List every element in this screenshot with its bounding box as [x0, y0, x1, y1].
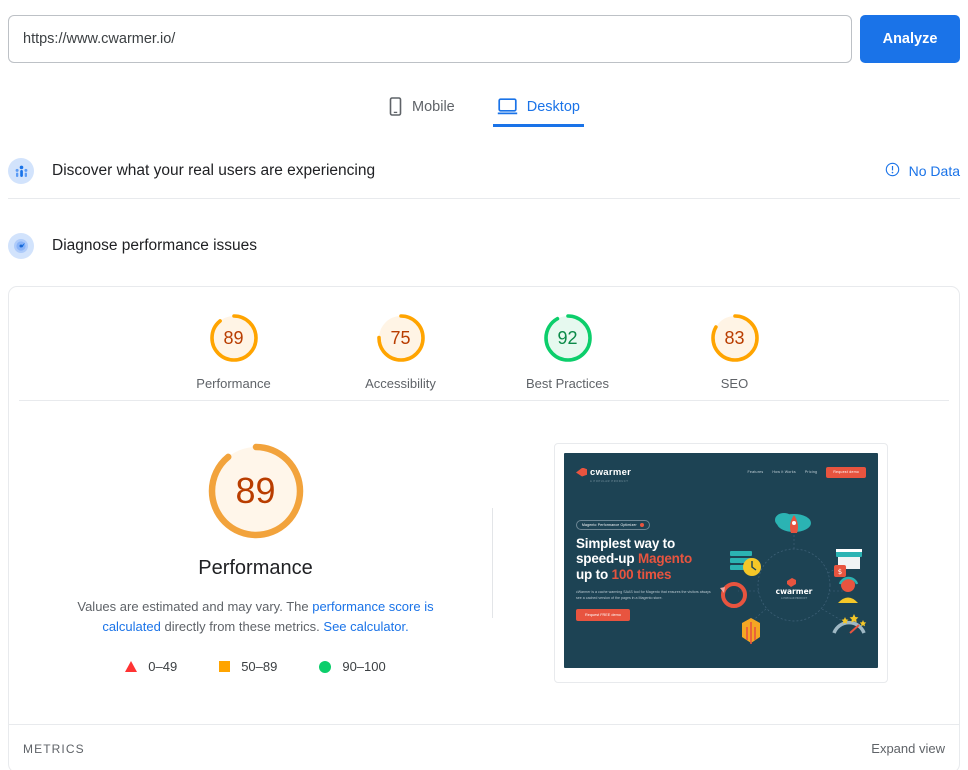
- performance-summary: 89 Performance Values are estimated and …: [9, 401, 959, 724]
- note-part-1: Values are estimated and may vary. The: [77, 599, 312, 614]
- tab-mobile-label: Mobile: [412, 99, 455, 115]
- search-bar: Analyze: [0, 0, 968, 63]
- square-icon: [219, 661, 230, 672]
- legend-item-poor: 0–49: [125, 659, 177, 674]
- tab-desktop-label: Desktop: [527, 99, 580, 115]
- legend-range: 90–100: [342, 659, 385, 674]
- svg-text:A POPULAR PRODUCT: A POPULAR PRODUCT: [781, 597, 808, 600]
- thumb-logo-subtext: A POPULAR PRODUCT: [590, 480, 631, 483]
- legend-item-good: 90–100: [319, 659, 385, 674]
- thumb-headline: Simplest way to speed-up Magento up to 1…: [576, 536, 728, 583]
- score-label: Performance: [179, 376, 289, 391]
- score-label: Accessibility: [346, 376, 456, 391]
- expand-view-button[interactable]: Expand view: [871, 741, 945, 756]
- mobile-icon: [388, 97, 403, 116]
- score-value: 92: [542, 312, 594, 364]
- desktop-icon: [497, 97, 518, 116]
- device-tabs: Mobile Desktop: [0, 85, 968, 127]
- thumb-pill-label: Magento Performance Optimizer: [582, 523, 637, 527]
- analyze-button[interactable]: Analyze: [860, 15, 960, 63]
- headline-line-3b: 100 times: [612, 567, 672, 582]
- diagnose-icon: [8, 233, 34, 259]
- lab-data-section: Diagnose performance issues: [0, 219, 968, 273]
- circle-icon: [319, 661, 331, 673]
- estimation-note: Values are estimated and may vary. The p…: [19, 597, 492, 637]
- thumb-logo-text: cwarmer: [590, 467, 631, 478]
- rocket-icon: [576, 468, 587, 477]
- legend-item-average: 50–89: [219, 659, 277, 674]
- performance-gauge-large: 89: [204, 439, 308, 543]
- thumb-paragraph: cWarmer is a cache warming SAAS tool for…: [576, 589, 716, 601]
- metrics-label: METRICS: [23, 742, 85, 756]
- field-data-section: Discover what your real users are experi…: [0, 144, 968, 198]
- thumb-logo: cwarmer A POPULAR PRODUCT: [576, 462, 739, 483]
- performance-score-value: 89: [204, 439, 308, 543]
- triangle-icon: [125, 661, 137, 672]
- url-input[interactable]: [8, 15, 852, 63]
- thumb-nav-features: Features: [748, 470, 764, 474]
- score-gauge-seo[interactable]: 83 SEO: [680, 312, 790, 391]
- headline-line-3a: up to: [576, 567, 612, 582]
- thumb-free-demo-button: Request FREE demo: [576, 609, 630, 621]
- legend-range: 0–49: [148, 659, 177, 674]
- check-icon: [640, 523, 644, 527]
- score-label: SEO: [680, 376, 790, 391]
- final-screenshot-pane: cwarmer A POPULAR PRODUCT Features How i…: [493, 443, 949, 683]
- svg-text:$: $: [838, 568, 842, 576]
- users-icon: [8, 158, 34, 184]
- performance-title: Performance: [19, 557, 492, 580]
- lab-data-title: Diagnose performance issues: [52, 237, 960, 255]
- thumb-nav-pricing: Pricing: [805, 470, 817, 474]
- info-icon: [885, 162, 900, 180]
- headline-line-1: Simplest way to: [576, 536, 675, 551]
- score-value: 83: [709, 312, 761, 364]
- performance-detail: 89 Performance Values are estimated and …: [19, 439, 492, 686]
- svg-text:cwarmer: cwarmer: [776, 587, 813, 596]
- headline-line-2b: Magento: [638, 551, 692, 566]
- score-label: Best Practices: [513, 376, 623, 391]
- score-value: 75: [375, 312, 427, 364]
- no-data-status[interactable]: No Data: [885, 162, 960, 180]
- score-value: 89: [208, 312, 260, 364]
- score-gauge-performance[interactable]: 89 Performance: [179, 312, 289, 391]
- tab-mobile[interactable]: Mobile: [384, 97, 459, 127]
- score-legend: 0–49 50–89 90–100: [19, 659, 492, 674]
- see-calculator-link[interactable]: See calculator.: [323, 619, 408, 634]
- score-gauge-best-practices[interactable]: 92 Best Practices: [513, 312, 623, 391]
- score-gauge-accessibility[interactable]: 75 Accessibility: [346, 312, 456, 391]
- lighthouse-report-card: 89 Performance 75 Accessibility 92: [8, 286, 960, 770]
- section-divider: [8, 198, 960, 199]
- card-footer: METRICS Expand view: [9, 724, 959, 770]
- final-screenshot-frame: cwarmer A POPULAR PRODUCT Features How i…: [554, 443, 888, 683]
- category-scores: 89 Performance 75 Accessibility 92: [9, 287, 959, 400]
- thumb-hero: Magento Performance Optimizer Simplest w…: [576, 513, 728, 622]
- note-part-2: directly from these metrics.: [161, 619, 324, 634]
- no-data-label: No Data: [909, 163, 960, 179]
- thumb-request-demo-button: Request demo: [826, 467, 866, 478]
- thumb-pill: Magento Performance Optimizer: [576, 520, 650, 530]
- thumb-illustration: $ cwarmer A POPULAR: [714, 501, 874, 651]
- tab-desktop[interactable]: Desktop: [493, 97, 584, 127]
- thumb-navbar: cwarmer A POPULAR PRODUCT Features How i…: [564, 453, 878, 483]
- thumb-nav-how-it-works: How it Works: [772, 470, 796, 474]
- legend-range: 50–89: [241, 659, 277, 674]
- site-thumbnail: cwarmer A POPULAR PRODUCT Features How i…: [564, 453, 878, 668]
- field-data-title: Discover what your real users are experi…: [52, 162, 885, 180]
- headline-line-2a: speed-up: [576, 551, 638, 566]
